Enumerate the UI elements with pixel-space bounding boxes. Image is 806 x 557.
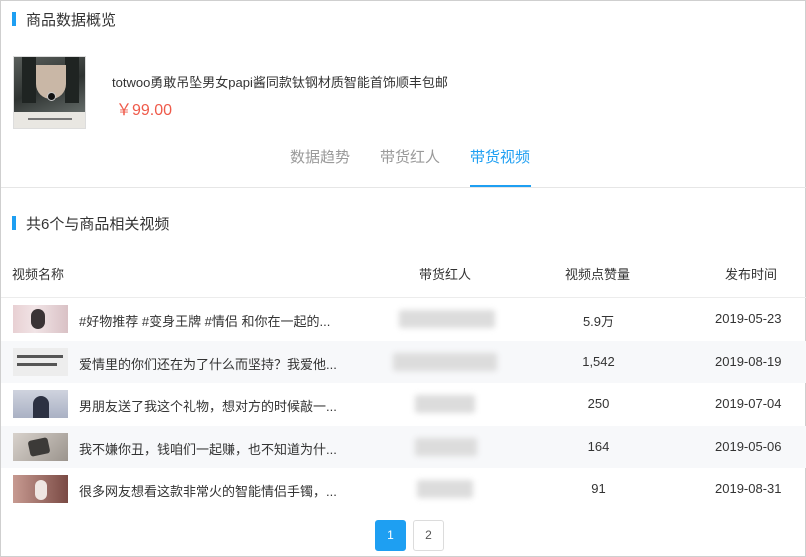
video-thumbnail[interactable]: [13, 347, 68, 376]
video-likes: 1,542: [582, 353, 615, 369]
tab-videos[interactable]: 带货视频: [470, 147, 531, 187]
page-button-2[interactable]: 2: [413, 520, 444, 551]
video-likes: 164: [587, 438, 610, 454]
video-title[interactable]: 爱情里的你们还在为了什么而坚持？我爱他...: [79, 354, 337, 373]
video-date: 2019-08-19: [715, 353, 782, 369]
video-thumbnail[interactable]: [13, 390, 68, 419]
video-likes: 91: [591, 481, 606, 497]
table-row[interactable]: 很多网友想看这款非常火的智能情侣手镯，... 91 2019-08-31: [1, 468, 806, 511]
video-likes: 5.9万: [582, 314, 615, 329]
video-title[interactable]: 男朋友送了我这个礼物，想对方的时候敲一...: [79, 396, 337, 415]
influencer-name-blurred[interactable]: [399, 310, 495, 328]
video-table-body: #好物推荐 #变身王牌 #情侣 和你在一起的... 5.9万 2019-05-2…: [1, 298, 806, 511]
video-title[interactable]: 我不嫌你丑，钱咱们一起赚，也不知道为什...: [79, 439, 337, 458]
videos-title: 共6个与商品相关视频: [26, 215, 170, 233]
video-likes: 250: [587, 396, 610, 412]
product-card: totwoo勇敢吊坠男女papi酱同款钛钢材质智能首饰顺丰包邮 ￥99.00: [13, 56, 793, 131]
tab-divider: [1, 187, 806, 188]
video-title[interactable]: #好物推荐 #变身王牌 #情侣 和你在一起的...: [79, 311, 330, 330]
video-title[interactable]: 很多网友想看这款非常火的智能情侣手镯，...: [79, 481, 337, 500]
video-date: 2019-05-06: [715, 438, 782, 454]
video-date: 2019-05-23: [715, 311, 782, 326]
tab-influencers[interactable]: 带货红人: [380, 147, 440, 187]
header-influencer: 带货红人: [419, 267, 472, 282]
influencer-name-blurred[interactable]: [417, 480, 473, 499]
header-video-name: 视频名称: [12, 267, 65, 282]
videos-header: 共6个与商品相关视频: [12, 213, 169, 233]
tab-data-trend[interactable]: 数据趋势: [290, 147, 350, 187]
overview-title: 商品数据概览: [26, 11, 117, 29]
product-thumbnail[interactable]: [13, 56, 86, 129]
influencer-name-blurred[interactable]: [393, 352, 497, 371]
video-date: 2019-07-04: [715, 396, 782, 412]
table-row[interactable]: 男朋友送了我这个礼物，想对方的时候敲一... 250 2019-07-04: [1, 383, 806, 426]
table-row[interactable]: 爱情里的你们还在为了什么而坚持？我爱他... 1,542 2019-08-19: [1, 340, 806, 384]
video-thumbnail[interactable]: [13, 305, 68, 333]
influencer-name-blurred[interactable]: [415, 395, 475, 414]
overview-header: 商品数据概览: [12, 9, 116, 29]
table-row[interactable]: 我不嫌你丑，钱咱们一起赚，也不知道为什... 164 2019-05-06: [1, 425, 806, 469]
page-button-1[interactable]: 1: [375, 520, 406, 551]
table-header: 视频名称 带货红人 视频点赞量 发布时间: [1, 254, 806, 298]
pagination: 1 2: [375, 520, 451, 551]
video-thumbnail[interactable]: [13, 432, 68, 461]
page-frame: 商品数据概览 totwoo勇敢吊坠男女papi酱同款钛钢材质智能首饰顺丰包邮 ￥…: [0, 0, 806, 557]
video-thumbnail[interactable]: [13, 475, 68, 504]
product-title[interactable]: totwoo勇敢吊坠男女papi酱同款钛钢材质智能首饰顺丰包邮: [112, 72, 448, 91]
product-price: ￥99.00: [116, 102, 173, 119]
section-marker: [12, 216, 16, 230]
tab-bar: 数据趋势 带货红人 带货视频: [1, 147, 806, 187]
header-date[interactable]: 发布时间: [725, 264, 777, 283]
section-marker: [12, 12, 16, 26]
table-row[interactable]: #好物推荐 #变身王牌 #情侣 和你在一起的... 5.9万 2019-05-2…: [1, 298, 806, 341]
influencer-name-blurred[interactable]: [415, 437, 477, 456]
video-date: 2019-08-31: [715, 481, 782, 497]
header-likes[interactable]: 视频点赞量: [565, 264, 630, 283]
